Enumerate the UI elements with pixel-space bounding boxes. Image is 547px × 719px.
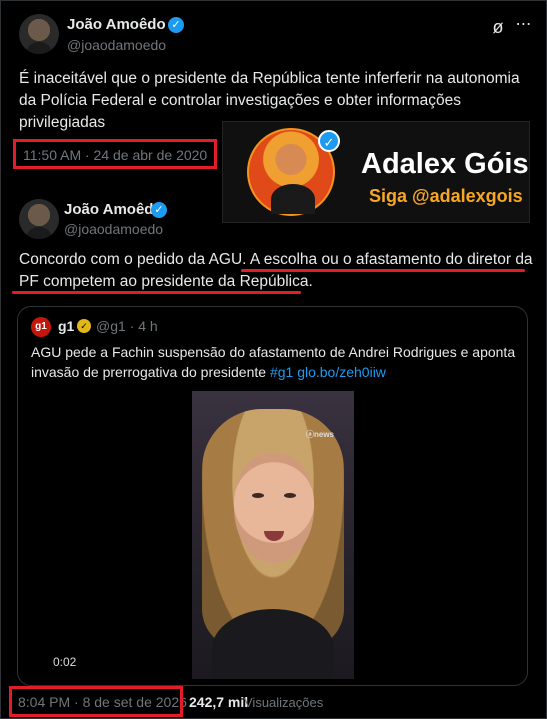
ad-banner: ✓ Adalex Góis Siga @adalexgois bbox=[222, 121, 530, 223]
older-tweet-text-line-1: É inaceitável que o presidente da Repúbl… bbox=[19, 70, 520, 87]
quoted-tweet-handle-time[interactable]: @g1 · 4 h bbox=[96, 318, 158, 334]
quoted-tweet-source-name[interactable]: g1 bbox=[58, 318, 74, 334]
hashtag-link[interactable]: #g1 bbox=[270, 364, 293, 380]
video-subject-eye bbox=[252, 493, 264, 498]
main-tweet-author-handle[interactable]: @joaodamoedo bbox=[64, 221, 163, 237]
verified-badge-icon: ✓ bbox=[168, 17, 184, 33]
older-tweet-author-handle[interactable]: @joaodamoedo bbox=[67, 37, 166, 53]
screenshot-frame: João Amoêdo ✓ @joaodamoedo ø ⋯ É inaceit… bbox=[0, 0, 547, 719]
main-tweet-author-name[interactable]: João Amoêdo bbox=[64, 201, 163, 218]
ad-subtitle: Siga @adalexgois bbox=[369, 186, 523, 206]
verified-badge-icon: ✓ bbox=[318, 130, 340, 152]
video-news-watermark: ⓐnews bbox=[306, 430, 335, 439]
article-link[interactable]: glo.bo/zeh0iiw bbox=[297, 364, 386, 380]
g1-logo-icon[interactable]: g1 bbox=[31, 317, 51, 337]
main-tweet-text-plain: Concordo com o pedido da AGU. bbox=[19, 251, 250, 268]
video-subject-face bbox=[234, 453, 314, 563]
video-subject-clothes bbox=[212, 609, 334, 679]
older-tweet-avatar[interactable] bbox=[19, 14, 59, 54]
verified-badge-icon: ✓ bbox=[151, 202, 167, 218]
ad-title: Adalex Góis bbox=[361, 148, 529, 180]
timestamp-highlight-box bbox=[9, 686, 183, 717]
annotation-underline-1 bbox=[241, 269, 525, 272]
main-tweet-text-end: . bbox=[308, 273, 313, 290]
video-subject-mouth bbox=[264, 531, 284, 541]
main-tweet-text-highlighted-2: PF competem ao presidente da República bbox=[19, 273, 309, 290]
quoted-tweet-text-line-1: AGU pede a Fachin suspensão do afastamen… bbox=[31, 344, 516, 360]
quoted-tweet-card[interactable]: g1 g1 ✓ @g1 · 4 h AGU pede a Fachin susp… bbox=[17, 306, 528, 686]
verified-org-badge-icon: ✓ bbox=[77, 319, 91, 333]
older-tweet-author-name[interactable]: João Amoêdo bbox=[67, 16, 166, 33]
video-duration: 0:02 bbox=[53, 655, 77, 669]
older-tweet-text-line-3: privilegiadas bbox=[19, 114, 106, 131]
video-frame: ⓐnews bbox=[192, 391, 354, 679]
timestamp-highlight-box bbox=[13, 139, 217, 169]
views-count: 242,7 mil bbox=[189, 694, 249, 710]
grok-icon[interactable]: ø bbox=[488, 17, 508, 37]
more-icon[interactable]: ⋯ bbox=[513, 15, 533, 35]
older-tweet-text-line-2: da Polícia Federal e controlar investiga… bbox=[19, 92, 461, 109]
main-tweet-text-highlighted-1: A escolha ou o afastamento do diretor da bbox=[249, 251, 533, 268]
main-tweet-avatar[interactable] bbox=[19, 199, 59, 239]
video-subject-eye bbox=[284, 493, 296, 498]
video-player[interactable]: ⓐnews 0:02 bbox=[31, 391, 527, 679]
quoted-tweet-text: AGU pede a Fachin suspensão do afastamen… bbox=[31, 342, 521, 382]
annotation-underline-2 bbox=[12, 291, 301, 294]
quoted-tweet-text-line-2: invasão de prerrogativa do presidente bbox=[31, 364, 270, 380]
views-label: Visualizações bbox=[244, 695, 324, 710]
